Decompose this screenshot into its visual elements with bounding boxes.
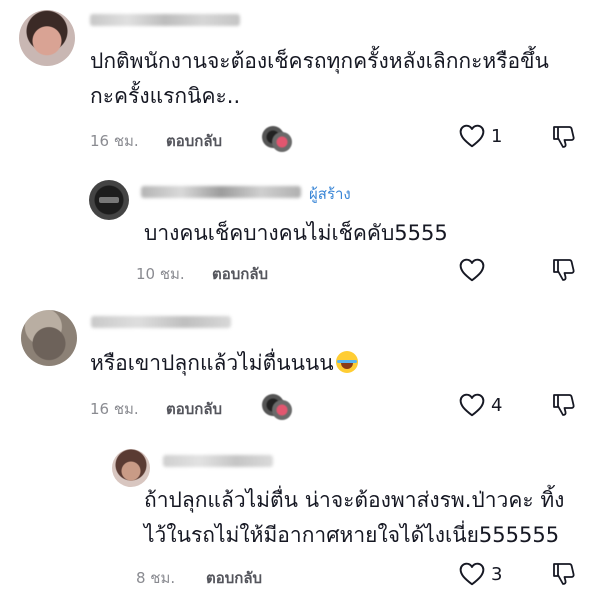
commenter-avatar[interactable] <box>19 10 75 66</box>
dislike-button[interactable] <box>552 561 576 587</box>
comment-timestamp: 16 ชม. <box>90 400 139 418</box>
commenter-username-blurred[interactable] <box>91 316 231 328</box>
thumbs-down-outline-icon <box>553 394 575 416</box>
reply-button[interactable]: ตอบกลับ <box>166 129 222 153</box>
heart-outline-icon <box>459 258 485 282</box>
tears-of-joy-emoji-icon <box>335 351 358 373</box>
like-count: 1 <box>491 125 503 147</box>
commenter-username-blurred[interactable] <box>163 455 273 467</box>
reply-button[interactable]: ตอบกลับ <box>212 262 268 286</box>
comment-text-line: บางคนเช็คบางคนไม่เช็คคับ5555 <box>144 221 448 245</box>
dislike-button[interactable] <box>552 124 576 150</box>
comment-timestamp: 10 ชม. <box>136 265 185 283</box>
creator-badge: ผู้สร้าง <box>309 185 351 203</box>
thumbs-down-outline-icon <box>553 259 575 281</box>
reply-button[interactable]: ตอบกลับ <box>206 566 262 590</box>
comment-text-line: ปกติพนักงานจะต้องเช็ครถทุกครั้งหลังเลิกก… <box>90 49 549 73</box>
like-count: 3 <box>491 563 503 585</box>
comment-text: ปกติพนักงานจะต้องเช็ครถทุกครั้งหลังเลิกก… <box>90 44 549 114</box>
comment-text: หรือเขาปลุกแล้วไม่ตื่นนนน <box>90 346 358 381</box>
like-button[interactable]: 3 <box>459 562 502 586</box>
comment-text: บางคนเช็คบางคนไม่เช็คคับ5555 <box>144 216 448 251</box>
creator-avatar[interactable] <box>89 180 129 220</box>
liker-avatars[interactable] <box>262 124 292 154</box>
comment-timestamp: 16 ชม. <box>90 132 139 150</box>
comment-text: ถ้าปลุกแล้วไม่ตื่น น่าจะต้องพาส่งรพ.ป่าว… <box>144 483 564 553</box>
commenter-avatar[interactable] <box>112 449 150 487</box>
reply-button[interactable]: ตอบกลับ <box>166 397 222 421</box>
comment-text-line: หรือเขาปลุกแล้วไม่ตื่นนนน <box>90 351 334 375</box>
commenter-username-blurred[interactable] <box>90 14 240 26</box>
comment-timestamp: 8 ชม. <box>136 569 176 587</box>
thumbs-down-outline-icon <box>553 126 575 148</box>
like-button[interactable]: 1 <box>459 124 502 148</box>
comment-text-line: กะครั้งแรกนิคะ.. <box>90 84 241 108</box>
heart-outline-icon <box>459 562 485 586</box>
creator-username-blurred[interactable] <box>141 186 301 198</box>
heart-outline-icon <box>459 124 485 148</box>
comment-text-line: ไว้ในรถไม่ให้มีอากาศหายใจได้ไงเนี่ย55555… <box>144 523 560 547</box>
commenter-avatar[interactable] <box>21 310 77 366</box>
heart-outline-icon <box>459 393 485 417</box>
liker-avatars[interactable] <box>262 392 292 422</box>
dislike-button[interactable] <box>552 257 576 283</box>
like-button[interactable] <box>459 258 491 282</box>
dislike-button[interactable] <box>552 392 576 418</box>
thumbs-down-outline-icon <box>553 563 575 585</box>
comment-text-line: ถ้าปลุกแล้วไม่ตื่น น่าจะต้องพาส่งรพ.ป่าว… <box>144 488 565 512</box>
like-button[interactable]: 4 <box>459 393 502 417</box>
like-count: 4 <box>491 394 503 416</box>
